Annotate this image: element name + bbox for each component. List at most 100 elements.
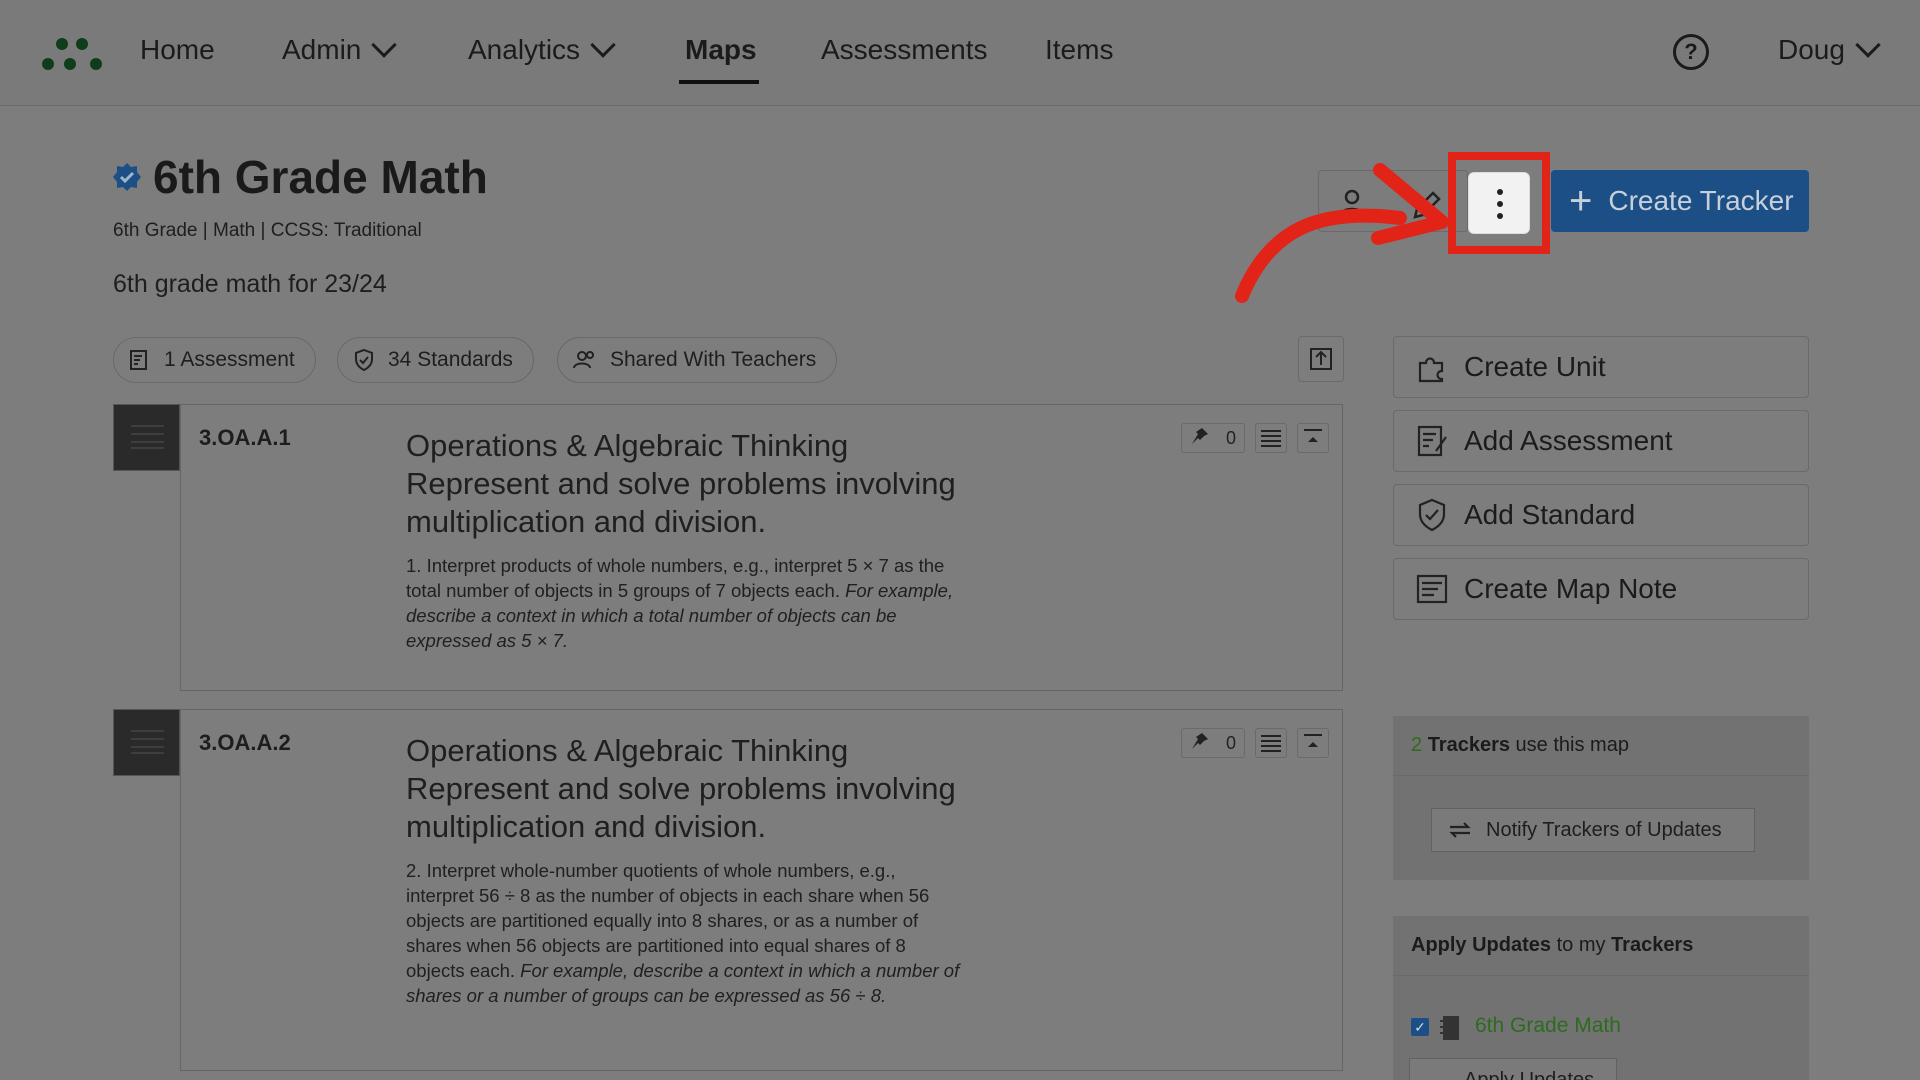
page-root: Home Admin Analytics Maps Assessments It… xyxy=(0,0,1920,1080)
nav-analytics[interactable]: Analytics xyxy=(468,32,616,66)
logo-icon[interactable] xyxy=(40,30,104,74)
create-tracker-button[interactable]: + Create Tracker xyxy=(1551,170,1809,232)
standards-pill[interactable]: 34 Standards xyxy=(337,337,534,383)
standard-domain: Operations & Algebraic Thinking Represen… xyxy=(406,732,1006,846)
notify-trackers-button[interactable]: Notify Trackers of Updates xyxy=(1431,808,1755,852)
more-options-button[interactable] xyxy=(1468,172,1530,234)
nav-items-label: Items xyxy=(1045,34,1114,65)
page-title: 6th Grade Math xyxy=(153,151,488,203)
trackers-panel: 2 Trackers use this map Notify Trackers … xyxy=(1393,716,1809,880)
standard-domain-label: Operations & Algebraic Thinking xyxy=(406,428,849,463)
pin-icon xyxy=(1190,731,1210,756)
pin-count: 0 xyxy=(1225,427,1236,448)
assessments-pill[interactable]: 1 Assessment xyxy=(113,337,316,383)
add-assessment-button[interactable]: Add Assessment xyxy=(1393,410,1809,472)
pin-button[interactable]: 0 xyxy=(1181,728,1245,758)
trackers-count: 2 xyxy=(1411,734,1423,756)
chevron-down-icon xyxy=(590,32,616,58)
upload-icon xyxy=(1310,348,1332,370)
collapse-icon xyxy=(1304,429,1322,442)
standard-code: 3.OA.A.2 xyxy=(199,730,291,755)
assessment-icon xyxy=(130,350,147,370)
pin-count: 0 xyxy=(1225,732,1236,753)
card-tools: 0 xyxy=(1181,423,1329,453)
create-tracker-label: Create Tracker xyxy=(1608,185,1794,216)
standard-body: 1. Interpret products of whole numbers, … xyxy=(406,553,966,653)
users-icon xyxy=(573,351,594,369)
collapse-button[interactable] xyxy=(1297,728,1329,758)
puzzle-icon xyxy=(1418,357,1444,383)
notify-trackers-label: Notify Trackers of Updates xyxy=(1486,818,1722,841)
nav-active-indicator xyxy=(679,80,759,84)
shield-check-icon xyxy=(355,348,373,372)
collapse-icon xyxy=(1304,734,1322,747)
list-icon xyxy=(1261,735,1281,752)
nav-home[interactable]: Home xyxy=(140,34,215,66)
apply-updates-header: Apply Updates to my Trackers xyxy=(1393,916,1809,976)
shield-check-icon xyxy=(1418,498,1446,532)
map-metadata: 6th Grade | Math | CCSS: Traditional xyxy=(113,220,422,241)
apply-updates-panel: Apply Updates to my Trackers ✓ 6th Grade… xyxy=(1393,916,1809,1080)
pin-button[interactable]: 0 xyxy=(1181,423,1245,453)
create-map-note-label: Create Map Note xyxy=(1464,573,1678,604)
nav-home-label: Home xyxy=(140,34,215,65)
help-icon[interactable]: ? xyxy=(1673,34,1709,70)
annotation-arrow xyxy=(1235,163,1449,303)
verified-badge-icon xyxy=(113,163,141,191)
shared-pill-label: Shared With Teachers xyxy=(610,348,817,371)
standard-body: 2. Interpret whole-number quotients of w… xyxy=(406,858,966,1008)
assessments-pill-label: 1 Assessment xyxy=(164,348,295,371)
sync-icon xyxy=(1449,822,1471,838)
add-standard-button[interactable]: Add Standard xyxy=(1393,484,1809,546)
tracker-checkbox[interactable]: ✓ xyxy=(1411,1018,1429,1036)
shared-pill[interactable]: Shared With Teachers xyxy=(557,337,838,383)
chevron-down-icon xyxy=(1855,32,1881,58)
kebab-dot xyxy=(1497,189,1503,195)
note-icon xyxy=(1416,574,1448,604)
plus-icon: + xyxy=(1569,179,1593,223)
create-unit-button[interactable]: Create Unit xyxy=(1393,336,1809,398)
nav-assessments[interactable]: Assessments xyxy=(821,34,988,66)
standard-cluster: Represent and solve problems involving m… xyxy=(406,466,956,539)
nav-admin-label: Admin xyxy=(282,34,362,65)
standard-code: 3.OA.A.1 xyxy=(199,425,291,450)
apply-updates-label: Apply Updates xyxy=(1464,1069,1595,1080)
apply-bold-2: Trackers xyxy=(1611,934,1694,956)
trackers-rest: use this map xyxy=(1515,734,1629,756)
assessment-icon xyxy=(1417,425,1447,457)
export-button[interactable] xyxy=(1298,336,1344,382)
nav-admin[interactable]: Admin xyxy=(282,32,398,66)
tracker-link[interactable]: 6th Grade Math xyxy=(1475,1014,1621,1038)
standard-domain: Operations & Algebraic Thinking Represen… xyxy=(406,427,1006,541)
apply-bold-1: Apply Updates xyxy=(1411,934,1552,956)
standard-domain-label: Operations & Algebraic Thinking xyxy=(406,733,849,768)
kebab-dot xyxy=(1497,201,1503,207)
top-nav: Home Admin Analytics Maps Assessments It… xyxy=(0,0,1920,106)
user-menu[interactable]: Doug xyxy=(1778,32,1881,66)
add-assessment-label: Add Assessment xyxy=(1464,425,1673,456)
create-map-note-button[interactable]: Create Map Note xyxy=(1393,558,1809,620)
add-standard-label: Add Standard xyxy=(1464,499,1636,530)
list-icon xyxy=(1261,430,1281,447)
standard-cluster: Represent and solve problems involving m… xyxy=(406,771,956,844)
trackers-panel-header: 2 Trackers use this map xyxy=(1393,716,1809,776)
nav-assessments-label: Assessments xyxy=(821,34,988,65)
drag-handle[interactable] xyxy=(113,404,180,471)
details-button[interactable] xyxy=(1255,728,1287,758)
pin-icon xyxy=(1190,426,1210,451)
standard-card: 3.OA.A.2 Operations & Algebraic Thinking… xyxy=(180,709,1343,1071)
card-tools: 0 xyxy=(1181,728,1329,758)
nav-items[interactable]: Items xyxy=(1045,34,1113,66)
details-button[interactable] xyxy=(1255,423,1287,453)
nav-maps[interactable]: Maps xyxy=(685,34,757,66)
apply-updates-button[interactable]: Apply Updates xyxy=(1409,1058,1617,1080)
drag-handle-icon xyxy=(131,730,164,754)
notebook-icon xyxy=(1440,1016,1459,1040)
map-description: 6th grade math for 23/24 xyxy=(113,270,387,298)
drag-handle[interactable] xyxy=(113,709,180,776)
drag-handle-icon xyxy=(131,425,164,449)
collapse-button[interactable] xyxy=(1297,423,1329,453)
chevron-down-icon xyxy=(371,32,398,58)
nav-analytics-label: Analytics xyxy=(468,34,581,65)
trackers-bold: Trackers xyxy=(1427,734,1510,756)
